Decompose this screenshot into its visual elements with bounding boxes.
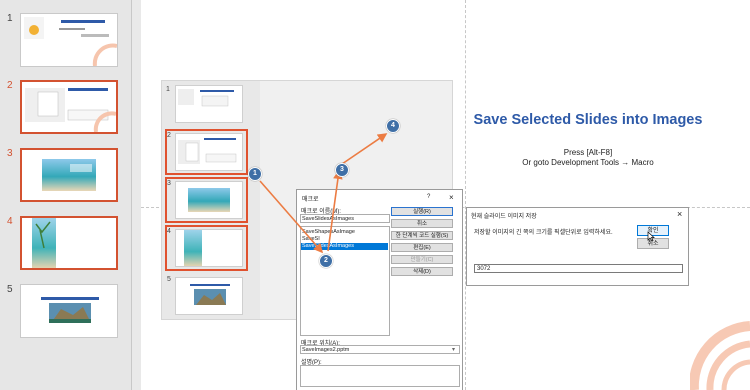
image-size-input[interactable]: 3072: [474, 264, 683, 273]
macro-description-field[interactable]: [300, 365, 460, 387]
slide-thumbnail-4[interactable]: [20, 216, 118, 270]
slide-thumbnail-1[interactable]: [20, 13, 118, 67]
step-badge-3: 3: [335, 163, 349, 177]
chevron-down-icon[interactable]: ▾: [452, 346, 455, 353]
image-size-prompt: 저장할 이미지의 긴 쪽의 크기를 픽셀단위로 입력하세요.: [474, 230, 613, 236]
mouse-cursor-icon: [647, 231, 655, 242]
step-arrows: [259, 133, 388, 254]
image-size-dialog-title: 현재 슬라이드 이미지 저장: [471, 214, 537, 220]
slide-canvas[interactable]: Save Selected Slides into Images Press […: [141, 0, 750, 390]
pane-divider[interactable]: [131, 0, 132, 390]
arrow-step-1-to-2: [259, 180, 324, 254]
slide-thumbnail-pane: 1 2 3 4 5: [0, 0, 131, 390]
arrow-step-3-to-4: [341, 133, 388, 165]
macro-location-select[interactable]: SaveImages2.pptm ▾: [300, 345, 460, 354]
slide-title[interactable]: Save Selected Slides into Images: [468, 112, 708, 128]
close-icon[interactable]: ×: [677, 209, 682, 219]
slide-number: 4: [7, 216, 13, 227]
vertical-guide: [465, 0, 466, 390]
slide-number: 3: [7, 148, 13, 159]
step-badge-1: 1: [248, 167, 262, 181]
image-size-dialog: 현재 슬라이드 이미지 저장 × 저장할 이미지의 긴 쪽의 크기를 픽셀단위로…: [466, 207, 689, 286]
arrow-step-2-to-3: [327, 169, 343, 252]
slide-number: 2: [7, 80, 13, 91]
decorative-rings: [690, 321, 750, 390]
slide-thumbnail-content: [32, 218, 56, 268]
slide-number: 5: [7, 284, 13, 295]
slide-thumbnail-content: [24, 17, 118, 67]
slide-instruction-alt[interactable]: Or goto Development Tools → Macro: [468, 158, 708, 167]
slide-thumbnail-content: [41, 297, 99, 323]
macro-location-value: SaveImages2.pptm: [302, 347, 350, 353]
slide-thumbnail-3[interactable]: [20, 148, 118, 202]
slide-instruction[interactable]: Press [Alt-F8]: [468, 148, 708, 157]
step-badge-2: 2: [319, 254, 333, 268]
slide-thumbnail-content: [25, 88, 117, 133]
slide-number: 1: [7, 13, 13, 24]
slide-thumbnail-content: [42, 159, 96, 191]
step-badge-4: 4: [386, 119, 400, 133]
slide-thumbnail-2[interactable]: [20, 80, 118, 134]
embedded-screenshot: 1 2 3 4 5 매크로 ? × 매크로 이름(M): SaveSlidesA…: [161, 80, 463, 390]
slide-thumbnail-5[interactable]: [20, 284, 118, 338]
